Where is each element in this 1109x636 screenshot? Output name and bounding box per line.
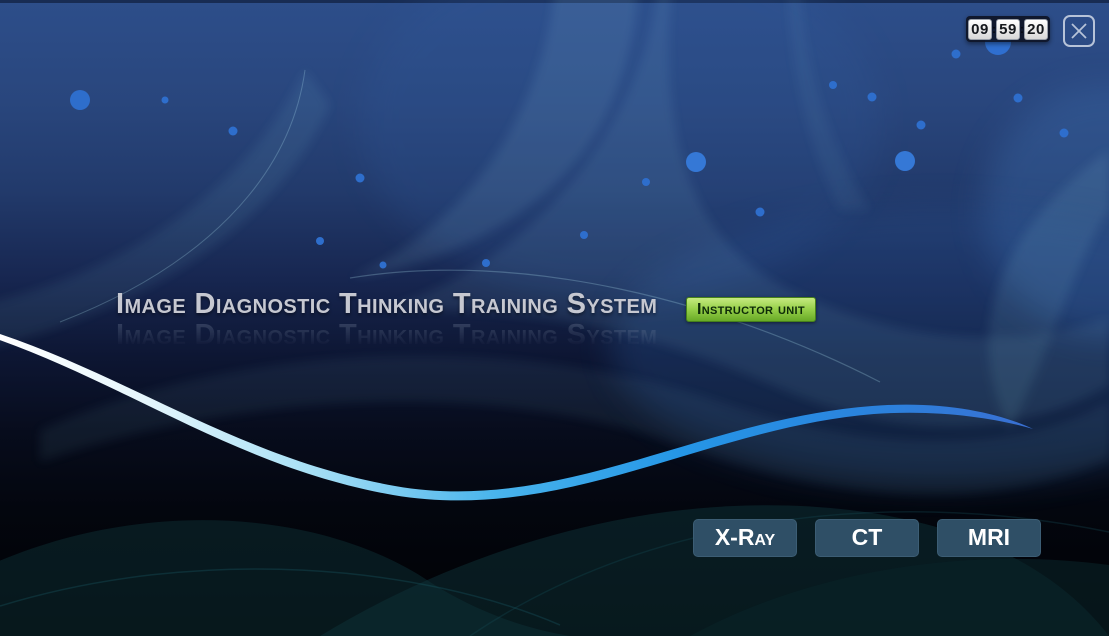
page-title-reflection: Image Diagnostic Thinking Training Syste… — [116, 319, 657, 351]
close-button[interactable] — [1063, 15, 1095, 47]
ct-button[interactable]: CT — [815, 519, 919, 557]
close-icon — [1070, 22, 1088, 40]
clock-hours: 09 — [968, 19, 992, 40]
instructor-unit-badge: Instructor unit — [686, 297, 816, 322]
splash-screen: 09 : 59 : 20 Image Diagnostic Thinking T… — [0, 0, 1109, 636]
title-block: Image Diagnostic Thinking Training Syste… — [116, 288, 657, 320]
page-title: Image Diagnostic Thinking Training Syste… — [116, 288, 657, 320]
flip-clock[interactable]: 09 : 59 : 20 — [966, 16, 1050, 42]
modality-button-row: X-Ray CT MRI — [693, 519, 1041, 557]
xray-button[interactable]: X-Ray — [693, 519, 797, 557]
clock-seconds: 20 — [1024, 19, 1048, 40]
clock-minutes: 59 — [996, 19, 1020, 40]
mri-button[interactable]: MRI — [937, 519, 1041, 557]
